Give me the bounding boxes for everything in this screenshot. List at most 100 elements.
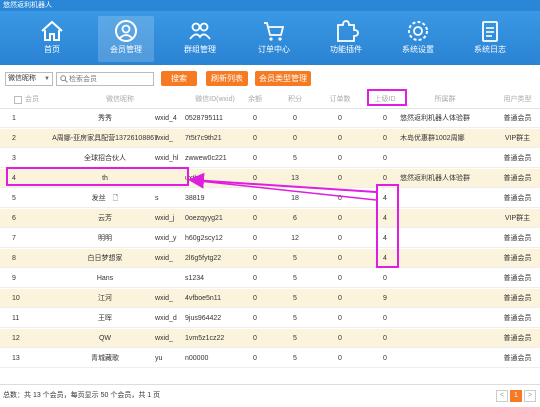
- row-user-type: VIP群主: [504, 215, 531, 222]
- header-group[interactable]: 所属群: [420, 91, 470, 109]
- row-wxid-tail: s1234: [185, 275, 205, 282]
- footer: 总数：共 13 个会员，每页显示 50 个会员，共 1 页 < 1 >: [0, 384, 540, 406]
- table-row[interactable]: 10 江河 wxid_ 4vfboe5n11 0 5 0 9 普通会员: [0, 289, 540, 308]
- table-row[interactable]: 4 th uxth 0 13 0 0 悠然返利机器人体验群 普通会员: [0, 169, 540, 188]
- table-row[interactable]: 7 明明 wxid_y h60g2scy12 0 12 0 4 普通会员: [0, 229, 540, 248]
- search-box: [56, 72, 154, 86]
- search-button[interactable]: 搜索: [161, 71, 197, 86]
- header-parent-id[interactable]: 上级ID: [370, 91, 400, 109]
- toolbar: 微信昵称 ▼ 搜索 刷新列表 会员类型管理: [0, 68, 540, 90]
- row-points: 13: [291, 175, 299, 182]
- row-parent-id: 4: [383, 235, 387, 242]
- row-nick: Hans: [96, 275, 114, 282]
- gear-icon: [408, 21, 428, 41]
- table-row[interactable]: 12 QW wxid_ 1vm5z1cz22 0 5 0 0 普通会员: [0, 329, 540, 348]
- home-icon: [41, 20, 63, 41]
- window-title: 悠然返利机器人: [0, 0, 540, 11]
- nav-members[interactable]: 会员管理: [98, 16, 154, 62]
- row-id: 9: [12, 275, 16, 282]
- table-row[interactable]: 9 Hans s1234 0 5 0 0 普通会员: [0, 269, 540, 288]
- nav-settings[interactable]: 系统设置: [390, 16, 446, 62]
- row-balance: 0: [253, 115, 257, 122]
- header-points[interactable]: 积分: [280, 91, 310, 109]
- search-field-select-value: 微信昵称: [8, 75, 36, 82]
- row-user-type: 普通会员: [503, 295, 532, 302]
- select-all-checkbox[interactable]: [14, 96, 22, 104]
- row-user-type: 普通会员: [503, 175, 532, 182]
- nav-orders[interactable]: 订单中心: [246, 16, 302, 62]
- row-balance: 0: [253, 135, 257, 142]
- table-row[interactable]: 3 全球招合伙人 wxid_hl zwwew0c221 0 5 0 0 普通会员: [0, 149, 540, 168]
- row-balance: 0: [253, 215, 257, 222]
- search-input[interactable]: [69, 74, 151, 84]
- row-balance: 0: [253, 235, 257, 242]
- nav-logs[interactable]: 系统日志: [462, 16, 518, 62]
- row-user-type: 普通会员: [503, 235, 532, 242]
- row-id: 5: [12, 195, 16, 202]
- row-user-type: VIP群主: [504, 135, 531, 142]
- row-group: 悠然返利机器人体验群: [400, 115, 470, 122]
- row-nick: 云芳: [98, 215, 112, 222]
- top-nav: 首页 会员管理 群组管理 订单中心 功能插件 系统设置 系统日志: [0, 11, 540, 65]
- row-user-type: 普通会员: [503, 355, 532, 362]
- table-row[interactable]: 8 白日梦想家 wxid_ 2l6g5fytg22 0 5 0 4 普通会员: [0, 249, 540, 268]
- row-wxid-tail: 38819: [185, 195, 205, 202]
- row-wxid-tail: 7t5t7c9th21: [185, 135, 222, 142]
- row-user-type: 普通会员: [503, 275, 532, 282]
- table-row[interactable]: 6 云芳 wxid_j 0oezqyyg21 0 6 0 4 VIP群主: [0, 209, 540, 228]
- row-id: 12: [12, 335, 20, 342]
- nav-plugins-label: 功能插件: [330, 45, 362, 54]
- row-wxid-tail: uxth: [185, 175, 199, 182]
- row-parent-id: 0: [383, 335, 387, 342]
- row-orders: 0: [338, 335, 342, 342]
- row-parent-id: 4: [383, 255, 387, 262]
- table-row[interactable]: 5 发丝 🗋 s 38819 0 18 0 4 普通会员: [0, 189, 540, 208]
- row-user-type: 普通会员: [503, 115, 532, 122]
- next-page-button[interactable]: >: [524, 390, 536, 402]
- table-row[interactable]: 2 A周娜-亚房家具配营13726108867 wxid_ 7t5t7c9th21 0 0…: [0, 129, 540, 148]
- row-balance: 0: [253, 255, 257, 262]
- row-parent-id: 0: [383, 275, 387, 282]
- nav-orders-label: 订单中心: [258, 45, 290, 54]
- member-type-manage-button[interactable]: 会员类型管理: [255, 71, 311, 86]
- row-balance: 0: [253, 195, 257, 202]
- row-orders: 0: [338, 175, 342, 182]
- row-points: 5: [293, 315, 297, 322]
- page-1-button[interactable]: 1: [510, 390, 522, 402]
- row-nick: 王晖: [98, 315, 112, 322]
- refresh-list-button[interactable]: 刷新列表: [206, 71, 248, 86]
- row-nick: th: [102, 175, 108, 182]
- table-row[interactable]: 11 王晖 wxid_d 9jus964422 0 5 0 0 普通会员: [0, 309, 540, 328]
- prev-page-button[interactable]: <: [496, 390, 508, 402]
- header-member[interactable]: 会员: [25, 91, 45, 109]
- row-balance: 0: [253, 335, 257, 342]
- header-balance[interactable]: 余额: [240, 91, 270, 109]
- nav-settings-label: 系统设置: [402, 45, 434, 54]
- log-icon: [482, 21, 498, 42]
- row-parent-id: 4: [383, 195, 387, 202]
- row-parent-id: 0: [383, 355, 387, 362]
- puzzle-icon: [337, 20, 359, 42]
- row-balance: 0: [253, 355, 257, 362]
- nav-groups[interactable]: 群组管理: [172, 16, 228, 62]
- header-orders[interactable]: 订单数: [320, 91, 360, 109]
- row-points: 0: [293, 115, 297, 122]
- row-orders: 0: [338, 255, 342, 262]
- nav-logs-label: 系统日志: [474, 45, 506, 54]
- row-parent-id: 0: [383, 135, 387, 142]
- row-user-type: 普通会员: [503, 315, 532, 322]
- row-id: 1: [12, 115, 16, 122]
- header-user-type[interactable]: 用户类型: [495, 91, 540, 109]
- table-row[interactable]: 13 青城藏歌 yu n00000 0 5 0 0 普通会员: [0, 349, 540, 368]
- row-orders: 0: [338, 355, 342, 362]
- row-nick: 江河: [98, 295, 112, 302]
- row-group: 悠然返利机器人体验群: [400, 175, 470, 182]
- row-parent-id: 0: [383, 115, 387, 122]
- table-row[interactable]: 1 秀秀 wxid_4 0528795111 0 0 0 0 悠然返利机器人体验群 普通会员: [0, 109, 540, 128]
- nav-plugins[interactable]: 功能插件: [318, 16, 374, 62]
- row-nick: 发丝 🗋: [91, 195, 119, 202]
- row-nick: A周娜-亚房家具配营13726108867: [52, 135, 158, 142]
- header-nick[interactable]: 微信昵称: [60, 91, 180, 109]
- nav-home[interactable]: 首页: [24, 16, 80, 62]
- search-field-select[interactable]: 微信昵称 ▼: [5, 72, 53, 86]
